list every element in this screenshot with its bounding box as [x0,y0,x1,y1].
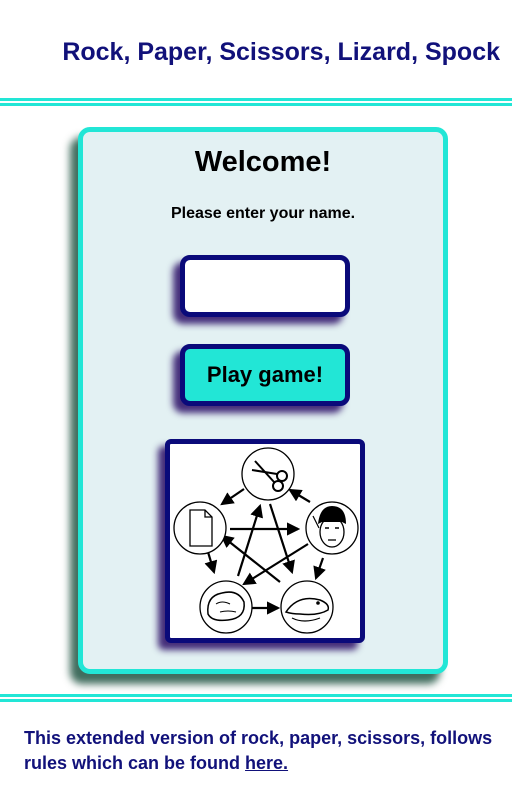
welcome-card: Welcome! Please enter your name. Play ga… [78,127,448,674]
rules-diagram [165,439,365,643]
rules-link[interactable]: here. [245,753,288,773]
spock-icon [305,501,359,555]
rock-icon [199,580,253,634]
scissors-icon [241,447,295,501]
welcome-heading: Welcome! [194,146,332,178]
name-input[interactable] [180,255,350,317]
footer-divider [0,694,512,702]
footer-text: This extended version of rock, paper, sc… [24,726,494,776]
name-prompt: Please enter your name. [170,205,356,222]
paper-icon [173,501,227,555]
page-title: Rock, Paper, Scissors, Lizard, Spock [62,38,500,66]
play-game-button[interactable]: Play game! [180,344,350,406]
lizard-icon [280,580,334,634]
header-divider [0,98,512,106]
